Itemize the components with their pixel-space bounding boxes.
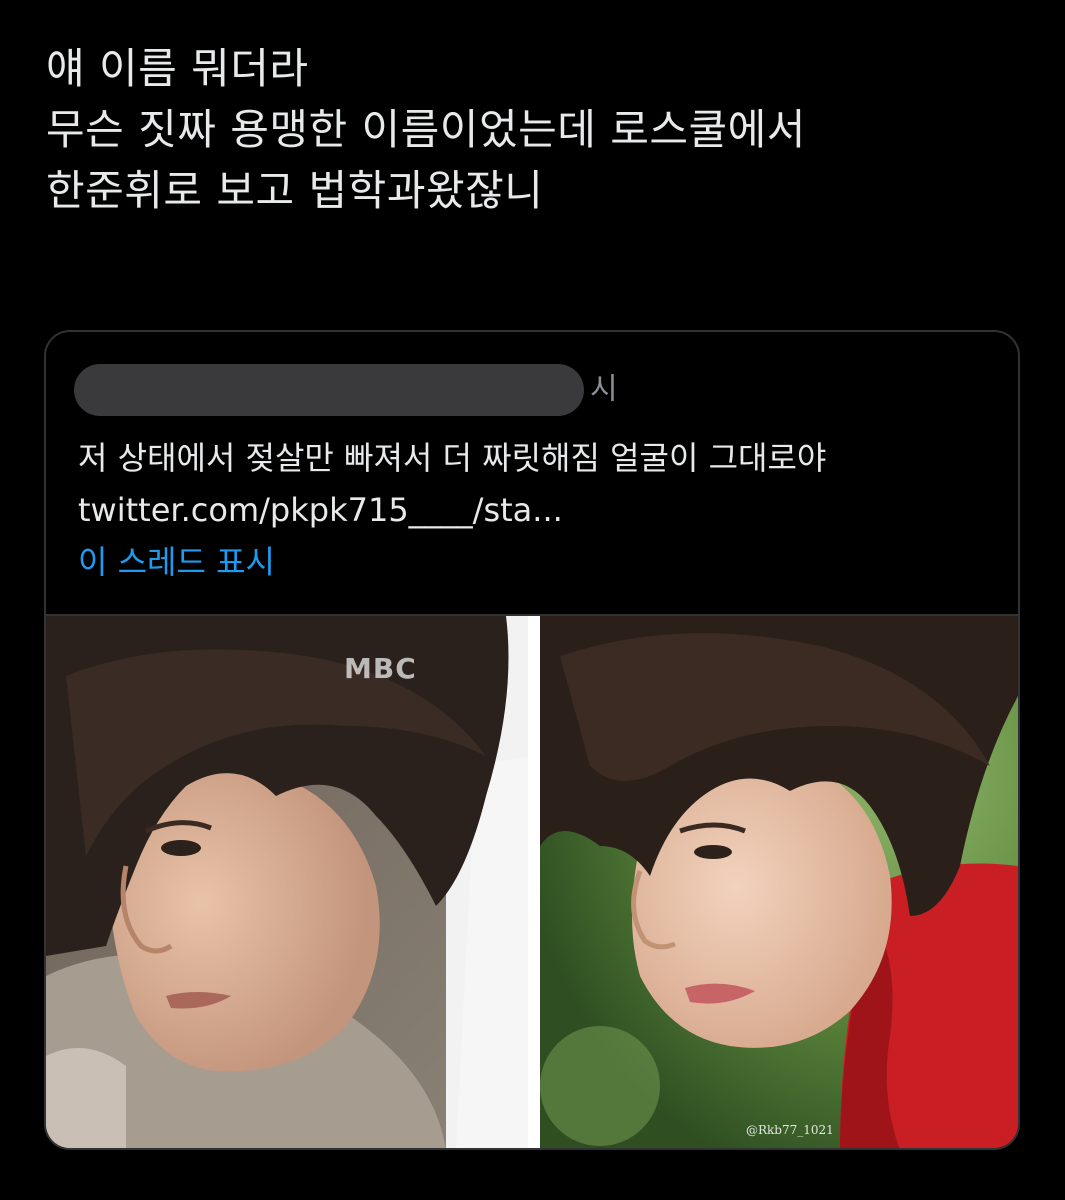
media-photo-right[interactable]: @Rkb77_1021 <box>540 616 1018 1148</box>
tweet-text-line: 얘 이름 뭐더라 <box>46 44 309 93</box>
media-divider <box>528 616 540 1148</box>
quoted-tweet-link[interactable]: twitter.com/pkpk715____/sta... <box>78 484 826 536</box>
portrait-photo-left: MBC <box>46 616 528 1148</box>
tweet-text: 얘 이름 뭐더라 무슨 짓짜 용맹한 이름이었는데 로스쿨에서 한준휘로 보고 … <box>46 38 1026 221</box>
redacted-author-name <box>74 364 584 416</box>
tweet-text-line: 무슨 짓짜 용맹한 이름이었는데 로스쿨에서 <box>46 105 806 154</box>
quoted-tweet-header: 시 <box>74 364 618 418</box>
photo-credit-watermark: @Rkb77_1021 <box>746 1123 834 1137</box>
show-thread-link[interactable]: 이 스레드 표시 <box>78 536 275 588</box>
quoted-tweet-timestamp: 시 <box>590 372 618 407</box>
quoted-tweet-media: MBC @Rkb77_1021 <box>46 614 1018 1148</box>
portrait-photo-right: @Rkb77_1021 <box>540 616 1018 1148</box>
quoted-tweet-card[interactable]: 시 저 상태에서 젖살만 빠져서 더 짜릿해짐 얼굴이 그대로야 twitter… <box>44 330 1020 1150</box>
media-photo-left[interactable]: MBC <box>46 616 528 1148</box>
mbc-watermark: MBC <box>344 652 417 685</box>
tweet-text-line: 한준휘로 보고 법학과왔잖니 <box>46 166 544 215</box>
quoted-tweet-text: 저 상태에서 젖살만 빠져서 더 짜릿해짐 얼굴이 그대로야 twitter.c… <box>78 432 826 536</box>
quoted-tweet-text-line: 저 상태에서 젖살만 빠져서 더 짜릿해짐 얼굴이 그대로야 <box>78 439 827 477</box>
